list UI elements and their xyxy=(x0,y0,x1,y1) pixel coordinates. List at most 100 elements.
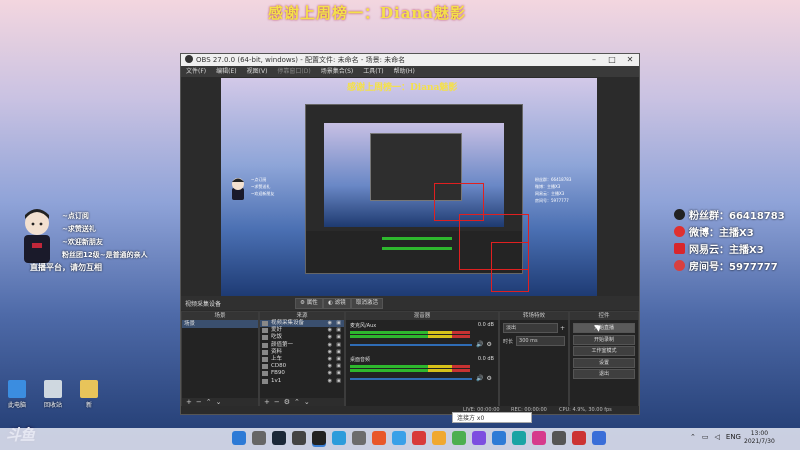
right-info-row: 粉丝群：66418783 xyxy=(674,206,785,223)
qq-icon[interactable] xyxy=(392,431,406,445)
gear-icon[interactable]: ⚙ xyxy=(486,341,491,348)
duration-input[interactable]: 300 ms xyxy=(516,336,565,346)
obs-titlebar[interactable]: OBS 27.0.0 (64-bit, windows) - 配置文件: 未命名… xyxy=(181,54,639,66)
add-icon[interactable]: + xyxy=(186,398,196,406)
filters-label: 滤镜 xyxy=(334,300,346,306)
preview-left-info: ~点订阅 ~求赞送礼 ~欢迎新朋友 xyxy=(251,176,274,197)
obs-icon[interactable] xyxy=(312,431,326,445)
app-icon[interactable] xyxy=(292,431,306,445)
lock-icon[interactable]: ▣ xyxy=(336,356,341,363)
properties-button[interactable]: ⚙ 属性 xyxy=(295,298,323,309)
speaker-icon[interactable]: 🔊 xyxy=(476,375,483,382)
visibility-icon[interactable]: ◉ xyxy=(328,349,332,356)
lock-icon[interactable]: ▣ xyxy=(336,378,341,385)
search-icon[interactable] xyxy=(252,431,266,445)
app-icon[interactable] xyxy=(592,431,606,445)
nested-preview xyxy=(324,123,504,227)
source-item[interactable]: 上车 ◉ ▣ xyxy=(260,356,344,363)
deactivate-button[interactable]: 取消激活 xyxy=(351,298,384,309)
lock-icon[interactable]: ▣ xyxy=(336,342,341,349)
lock-icon[interactable]: ▣ xyxy=(336,320,341,327)
lock-icon[interactable]: ▣ xyxy=(336,349,341,356)
volume-slider[interactable] xyxy=(350,377,472,380)
menu-help[interactable]: 帮助(H) xyxy=(389,66,420,77)
menu-view[interactable]: 视图(V) xyxy=(242,66,273,77)
visibility-icon[interactable]: ◉ xyxy=(328,363,332,370)
move-up-icon[interactable]: ⌃ xyxy=(294,398,304,406)
lock-icon[interactable]: ▣ xyxy=(336,363,341,370)
app-icon[interactable] xyxy=(532,431,546,445)
right-info-panel: 粉丝群：66418783 微博：主播X3 网易云：主播X3 房间号：597777… xyxy=(674,206,785,274)
input-popup[interactable]: 连接方 x0 xyxy=(452,412,532,423)
settings-button[interactable]: 设置 xyxy=(573,357,635,368)
speaker-icon[interactable]: 🔊 xyxy=(476,341,483,348)
taskbar-clock[interactable]: 13:00 2021/7/30 xyxy=(744,430,775,446)
app-icon[interactable] xyxy=(352,431,366,445)
move-down-icon[interactable]: ⌄ xyxy=(304,398,314,406)
mixer-channel-mic: 麦克风/Aux 0.0 dB 🔊 ⚙ xyxy=(346,320,498,350)
visibility-icon[interactable]: ◉ xyxy=(328,370,332,377)
visibility-icon[interactable]: ◉ xyxy=(328,334,332,341)
chevron-up-icon[interactable]: ⌃ xyxy=(690,433,696,441)
gear-icon[interactable]: ⚙ xyxy=(284,398,294,406)
app-icon[interactable] xyxy=(512,431,526,445)
lock-icon[interactable]: ▣ xyxy=(336,370,341,377)
visibility-icon[interactable]: ◉ xyxy=(328,320,332,327)
app-icon[interactable] xyxy=(412,431,426,445)
lock-icon[interactable]: ▣ xyxy=(336,327,341,334)
scene-item[interactable]: 场景 xyxy=(182,320,258,328)
source-item[interactable]: 资料 ◉ ▣ xyxy=(260,349,344,356)
visibility-icon[interactable]: ◉ xyxy=(328,327,332,334)
add-icon[interactable]: + xyxy=(264,398,274,406)
menu-docks[interactable]: 停靠窗口(D) xyxy=(272,66,315,77)
preview-right-info: 粉丝群：66418783 微博：主播X3 网易云：主播X3 房间号：597777… xyxy=(535,176,571,204)
source-item[interactable]: 吃饭 ◉ ▣ xyxy=(260,334,344,341)
visibility-icon[interactable]: ◉ xyxy=(328,342,332,349)
start-streaming-button[interactable]: 开始直播 xyxy=(573,323,635,333)
desktop-icon-folder[interactable]: 新 xyxy=(76,380,102,409)
maximize-button[interactable]: □ xyxy=(603,54,621,66)
remove-icon[interactable]: − xyxy=(196,398,206,406)
network-icon[interactable]: ▭ xyxy=(702,433,709,441)
add-icon[interactable]: + xyxy=(560,325,565,332)
move-down-icon[interactable]: ⌄ xyxy=(216,398,226,406)
exit-button[interactable]: 退出 xyxy=(573,369,635,379)
transition-select[interactable]: 淡出 xyxy=(503,323,558,333)
visibility-icon[interactable]: ◉ xyxy=(328,356,332,363)
app-icon[interactable] xyxy=(472,431,486,445)
app-icon[interactable] xyxy=(452,431,466,445)
input-language[interactable]: ENG xyxy=(726,433,741,441)
desktop-icon-this-pc[interactable]: 此电脑 xyxy=(4,380,30,409)
menu-file[interactable]: 文件(F) xyxy=(181,66,211,77)
remove-icon[interactable]: − xyxy=(274,398,284,406)
app-icon[interactable] xyxy=(572,431,586,445)
app-icon[interactable] xyxy=(492,431,506,445)
menu-scene-collection[interactable]: 场景集合(S) xyxy=(316,66,359,77)
source-item[interactable]: CD80 ◉ ▣ xyxy=(260,363,344,370)
app-icon[interactable] xyxy=(432,431,446,445)
studio-mode-button[interactable]: 工作室模式 xyxy=(573,346,635,356)
visibility-icon[interactable]: ◉ xyxy=(328,378,332,385)
volume-slider[interactable] xyxy=(350,343,472,346)
app-icon[interactable] xyxy=(552,431,566,445)
volume-icon[interactable]: ◁ xyxy=(715,433,720,441)
minimize-button[interactable]: – xyxy=(585,54,603,66)
lock-icon[interactable]: ▣ xyxy=(336,334,341,341)
menu-tools[interactable]: 工具(T) xyxy=(358,66,388,77)
desktop-icon-recycle-bin[interactable]: 回收站 xyxy=(40,380,66,409)
menu-edit[interactable]: 编辑(E) xyxy=(211,66,241,77)
move-up-icon[interactable]: ⌃ xyxy=(206,398,216,406)
start-recording-button[interactable]: 开始录制 xyxy=(573,334,635,345)
app-icon[interactable] xyxy=(332,431,346,445)
filters-button[interactable]: ◐ 滤镜 xyxy=(323,298,351,309)
gear-icon[interactable]: ⚙ xyxy=(486,375,491,382)
source-item[interactable]: 颜值第一 ◉ ▣ xyxy=(260,342,344,349)
source-item[interactable]: 1v1 ◉ ▣ xyxy=(260,378,344,385)
close-button[interactable]: ✕ xyxy=(621,54,639,66)
source-item[interactable]: FB90 ◉ ▣ xyxy=(260,370,344,377)
windows-start-icon[interactable] xyxy=(232,431,246,445)
preview-canvas[interactable]: 感谢上周榜一：Diana魅影 ~点订阅 ~求赞送礼 ~欢迎新朋友 粉丝群：664… xyxy=(221,78,597,296)
app-icon[interactable] xyxy=(372,431,386,445)
steam-icon[interactable] xyxy=(272,431,286,445)
controls-list: 开始直播 开始录制 工作室模式 设置 退出 xyxy=(570,320,638,379)
